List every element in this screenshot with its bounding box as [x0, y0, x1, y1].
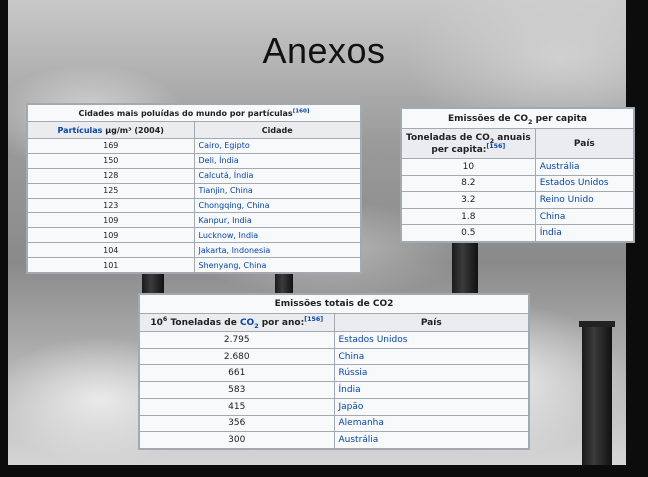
column-header-city: Cidade [193, 121, 361, 139]
city-link[interactable]: Lucknow, India [193, 227, 361, 244]
column-header-particles: Partículas µg/m³ (2004) [27, 121, 195, 139]
polluted-cities-table: Cidades mais poluídas do mundo por partí… [26, 103, 362, 274]
country-link[interactable]: Estados Unidos [534, 174, 635, 193]
table-row: 415 Japão [139, 397, 529, 416]
country-link[interactable]: Japão [333, 397, 529, 416]
table-row: 125 Tianjin, China [27, 182, 361, 199]
table-row: 3.2 Reino Unido [401, 191, 635, 209]
city-link[interactable]: Jakarta, Indonesia [193, 242, 361, 258]
country-link[interactable]: Índia [333, 381, 529, 399]
table-row: 8.2 Estados Unidos [401, 174, 635, 193]
city-link[interactable]: Calcutá, Índia [193, 167, 361, 184]
reference-link[interactable]: [160] [293, 108, 310, 114]
column-header-tonnes: 106 Toneladas de CO2 por ano:[156] [139, 313, 335, 332]
frame-edge [0, 465, 648, 477]
reference-link[interactable]: [156] [486, 143, 505, 150]
table-row: 10 Austrália [401, 158, 635, 176]
reference-link[interactable]: [156] [304, 316, 323, 323]
country-link[interactable]: Índia [534, 224, 635, 242]
city-link[interactable]: Cairo, Egipto [193, 138, 361, 154]
country-link[interactable]: Austrália [333, 431, 529, 449]
particles-link[interactable]: Partículas [58, 126, 103, 135]
table-row: 104 Jakarta, Indonesia [27, 242, 361, 258]
smokestack [579, 321, 615, 477]
country-link[interactable]: Austrália [534, 158, 635, 176]
table-row: 2.795 Estados Unidos [139, 331, 529, 349]
table-row: 109 Kanpur, India [27, 212, 361, 229]
table-row: 356 Alemanha [139, 414, 529, 433]
country-link[interactable]: Reino Unido [534, 191, 635, 209]
table-row: 300 Austrália [139, 431, 529, 449]
column-header-country: País [333, 313, 529, 332]
co2-link[interactable]: CO2 [240, 318, 259, 329]
city-link[interactable]: Deli, Índia [193, 152, 361, 169]
country-link[interactable]: China [534, 207, 635, 226]
country-link[interactable]: Rússia [333, 364, 529, 383]
column-header-country: País [534, 128, 635, 159]
table-caption: Cidades mais poluídas do mundo por partí… [27, 104, 361, 122]
table-row: 101 Shenyang, China [27, 257, 361, 273]
table-row: 150 Deli, Índia [27, 152, 361, 169]
table-row: 661 Rússia [139, 364, 529, 383]
column-header-tonnes: Toneladas de CO2 anuais per capita:[156] [401, 128, 536, 159]
slide-title: Anexos [262, 30, 386, 71]
table-row: 128 Calcutá, Índia [27, 167, 361, 184]
slide: Anexos Cidades mais poluídas do mundo po… [0, 0, 648, 477]
table-row: 0.5 Índia [401, 224, 635, 242]
table-row: 583 Índia [139, 381, 529, 399]
co2-per-capita-table: Emissões de CO2 per capita Toneladas de … [400, 107, 635, 243]
table-row: 109 Lucknow, India [27, 227, 361, 244]
city-link[interactable]: Chongqing, China [193, 197, 361, 214]
table-caption: Emissões de CO2 per capita [401, 108, 634, 129]
table-caption: Emissões totais de CO2 [139, 294, 529, 314]
table-row: 169 Cairo, Egipto [27, 138, 361, 154]
country-link[interactable]: Estados Unidos [333, 331, 529, 349]
city-link[interactable]: Tianjin, China [193, 182, 361, 199]
table-row: 2.680 China [139, 347, 529, 366]
city-link[interactable]: Shenyang, China [193, 257, 361, 273]
table-row: 123 Chongqing, China [27, 197, 361, 214]
country-link[interactable]: Alemanha [333, 414, 529, 433]
country-link[interactable]: China [333, 347, 529, 366]
co2-totals-table: Emissões totais de CO2 106 Toneladas de … [138, 293, 530, 450]
city-link[interactable]: Kanpur, India [193, 212, 361, 229]
table-row: 1.8 China [401, 207, 635, 226]
